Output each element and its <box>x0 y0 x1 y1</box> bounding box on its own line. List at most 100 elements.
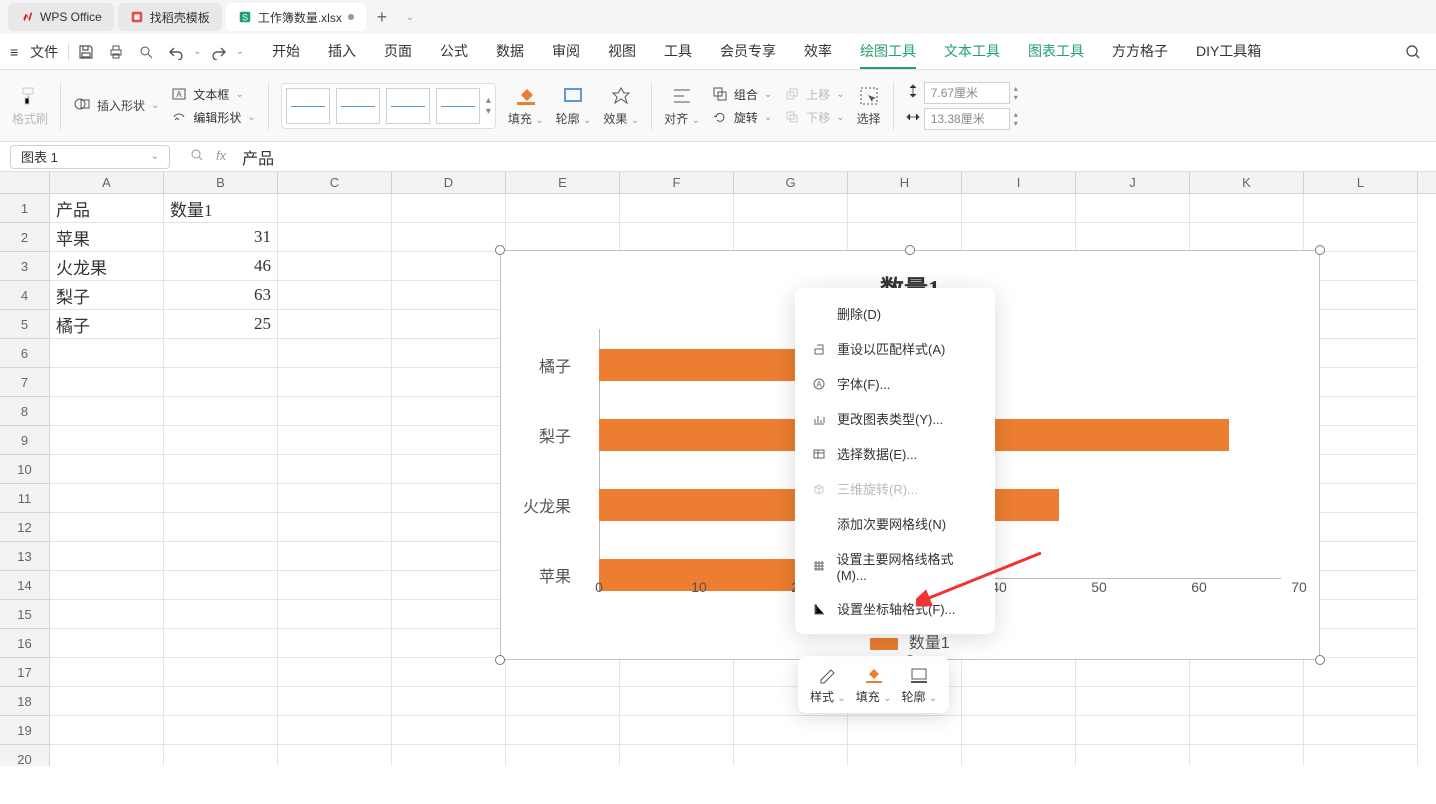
column-header[interactable]: C <box>278 172 392 193</box>
group-button[interactable]: 组合⌄ <box>712 86 772 103</box>
cell[interactable] <box>848 716 962 745</box>
row-header[interactable]: 19 <box>0 716 50 745</box>
row-header[interactable]: 5 <box>0 310 50 339</box>
cell[interactable] <box>164 745 278 766</box>
cell[interactable] <box>1304 687 1418 716</box>
cell[interactable] <box>1304 716 1418 745</box>
cell[interactable] <box>278 252 392 281</box>
effect-button[interactable]: 效果 ⌄ <box>603 84 639 127</box>
cell[interactable] <box>278 571 392 600</box>
cell[interactable] <box>1076 223 1190 252</box>
insert-shape-button[interactable]: 插入形状 ⌄ <box>73 95 159 116</box>
cell[interactable] <box>50 745 164 766</box>
redo-caret[interactable]: ⌄ <box>236 46 244 57</box>
cell[interactable] <box>164 455 278 484</box>
cell[interactable] <box>1304 310 1418 339</box>
cell[interactable] <box>50 629 164 658</box>
cell[interactable] <box>1190 745 1304 766</box>
cell[interactable] <box>278 658 392 687</box>
cell[interactable] <box>278 513 392 542</box>
context-menu-item[interactable]: A字体(F)... <box>795 366 995 401</box>
width-input[interactable]: 13.38厘米 ▴▾ <box>906 108 1028 130</box>
cell[interactable] <box>50 426 164 455</box>
cell[interactable] <box>1076 194 1190 223</box>
cell[interactable] <box>392 571 506 600</box>
fill-button[interactable]: 填充 ⌄ <box>508 84 544 127</box>
cell[interactable] <box>620 194 734 223</box>
row-header[interactable]: 4 <box>0 281 50 310</box>
cell[interactable]: 25 <box>164 310 278 339</box>
cell[interactable] <box>278 716 392 745</box>
cell[interactable] <box>278 310 392 339</box>
mini-style-button[interactable]: 样式 ⌄ <box>810 664 846 705</box>
menu-tab[interactable]: 插入 <box>328 35 356 69</box>
row-header[interactable]: 8 <box>0 397 50 426</box>
menu-tab[interactable]: 视图 <box>608 35 636 69</box>
row-header[interactable]: 1 <box>0 194 50 223</box>
row-header[interactable]: 2 <box>0 223 50 252</box>
cell[interactable] <box>1304 339 1418 368</box>
cell[interactable] <box>164 571 278 600</box>
cell[interactable] <box>1304 252 1418 281</box>
cell[interactable] <box>962 745 1076 766</box>
row-header[interactable]: 14 <box>0 571 50 600</box>
redo-icon[interactable] <box>206 39 232 65</box>
row-header[interactable]: 13 <box>0 542 50 571</box>
menu-tab[interactable]: 文本工具 <box>944 35 1000 69</box>
cell[interactable] <box>1304 600 1418 629</box>
column-header[interactable]: H <box>848 172 962 193</box>
app-tab-workbook[interactable]: S 工作簿数量.xlsx <box>226 3 366 31</box>
cell[interactable] <box>50 397 164 426</box>
cell[interactable] <box>50 339 164 368</box>
menu-tab[interactable]: 公式 <box>440 35 468 69</box>
cell[interactable] <box>164 542 278 571</box>
menu-tab[interactable]: 效率 <box>804 35 832 69</box>
cell[interactable] <box>962 194 1076 223</box>
select-all-corner[interactable] <box>0 172 50 193</box>
textbox-button[interactable]: A 文本框⌄ <box>171 86 255 103</box>
cell[interactable] <box>164 658 278 687</box>
menu-tab[interactable]: 工具 <box>664 35 692 69</box>
cell[interactable] <box>848 194 962 223</box>
row-header[interactable]: 10 <box>0 455 50 484</box>
hamburger-icon[interactable]: ≡ <box>10 44 18 60</box>
cell[interactable]: 数量1 <box>164 194 278 223</box>
row-header[interactable]: 18 <box>0 687 50 716</box>
context-menu-item[interactable]: 更改图表类型(Y)... <box>795 401 995 436</box>
cell[interactable] <box>392 281 506 310</box>
cell[interactable] <box>164 629 278 658</box>
row-header[interactable]: 20 <box>0 745 50 766</box>
cell[interactable] <box>50 687 164 716</box>
column-header[interactable]: E <box>506 172 620 193</box>
align-button[interactable]: 对齐 ⌄ <box>664 84 700 127</box>
cell[interactable] <box>392 484 506 513</box>
cell[interactable] <box>1190 223 1304 252</box>
cell[interactable] <box>1304 368 1418 397</box>
cell[interactable] <box>278 629 392 658</box>
cell[interactable] <box>1190 716 1304 745</box>
cell[interactable] <box>164 513 278 542</box>
cell[interactable] <box>392 600 506 629</box>
name-box[interactable]: 图表 1 ⌄ <box>10 145 170 169</box>
context-menu-item[interactable]: 选择数据(E)... <box>795 436 995 471</box>
cell[interactable] <box>506 194 620 223</box>
row-header[interactable]: 11 <box>0 484 50 513</box>
column-header[interactable]: G <box>734 172 848 193</box>
cell[interactable] <box>734 194 848 223</box>
cell[interactable]: 产品 <box>50 194 164 223</box>
app-tab-template[interactable]: 找稻壳模板 <box>118 3 222 31</box>
cell[interactable] <box>962 223 1076 252</box>
cell[interactable] <box>392 542 506 571</box>
menu-tab[interactable]: 审阅 <box>552 35 580 69</box>
cell[interactable] <box>1304 745 1418 766</box>
menu-tab[interactable]: 会员专享 <box>720 35 776 69</box>
file-menu[interactable]: 文件 <box>24 38 64 66</box>
cell[interactable]: 46 <box>164 252 278 281</box>
height-input[interactable]: 7.67厘米 ▴▾ <box>906 82 1028 104</box>
cell[interactable] <box>278 339 392 368</box>
undo-caret[interactable]: ⌄ <box>193 46 201 57</box>
cell[interactable] <box>392 687 506 716</box>
cell[interactable] <box>392 716 506 745</box>
style-gallery[interactable]: ▴▾ <box>281 83 496 129</box>
cell[interactable] <box>278 426 392 455</box>
